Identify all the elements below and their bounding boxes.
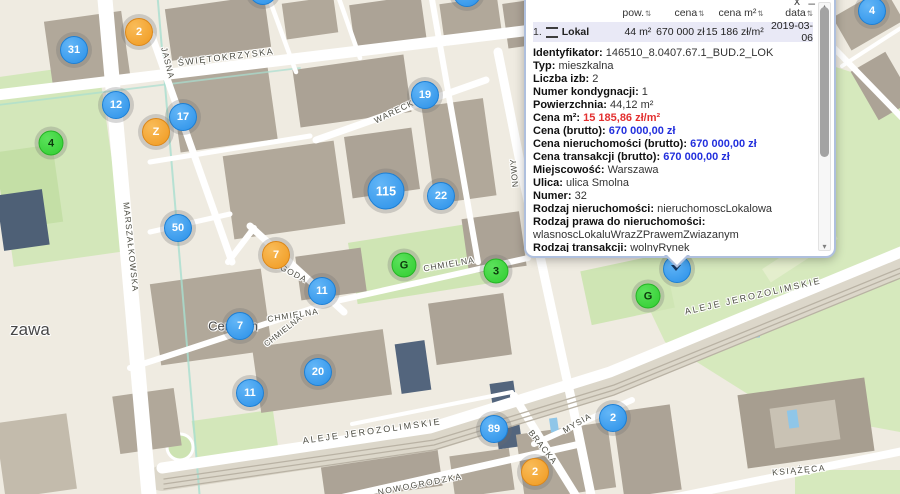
cluster-marker[interactable]: G [392, 253, 417, 278]
cluster-marker[interactable]: 89 [480, 415, 508, 443]
map[interactable]: ŚWIĘTOKRZYSKAJASNAWARECKAMARSZAŁKOWSKANO… [0, 0, 900, 494]
cluster-marker[interactable]: 4 [39, 131, 64, 156]
cluster-marker[interactable]: 50 [164, 214, 192, 242]
cluster-marker[interactable]: 11 [308, 277, 336, 305]
row-cena: 670 000 zł [651, 26, 704, 38]
cluster-marker[interactable]: 19 [411, 81, 439, 109]
detail-line: Identyfikator: 146510_8.0407.67.1_BUD.2_… [533, 47, 813, 60]
popup-scrollbar[interactable]: ▴ ▾ [818, 2, 831, 251]
detail-line: Rodzaj transakcji: wolnyRynek [533, 242, 813, 252]
row-data: 2019-03-06 [764, 20, 813, 44]
detail-line: Rodzaj prawa do nieruchomości: wlasnoscL… [533, 216, 813, 242]
cluster-marker[interactable]: 22 [427, 182, 455, 210]
sort-icon[interactable]: ⇅ [807, 9, 813, 18]
col-header-cena[interactable]: cena⇅ [651, 7, 704, 19]
close-icon[interactable]: x [794, 0, 800, 6]
row-pow: 44 m² [610, 26, 651, 38]
col-header-pow[interactable]: pow.⇅ [610, 7, 651, 19]
row-index: 1. [533, 26, 542, 38]
cluster-marker[interactable]: 7 [226, 312, 254, 340]
cluster-marker[interactable]: 12 [102, 91, 130, 119]
row-cena-m2: 15 186 zł/m² [705, 26, 764, 38]
cluster-marker[interactable]: 2 [521, 458, 549, 486]
cluster-marker[interactable]: 17 [169, 103, 197, 131]
cluster-marker[interactable]: 31 [60, 36, 88, 64]
cluster-marker[interactable]: 7 [262, 241, 290, 269]
scrollbar-thumb[interactable] [820, 7, 829, 157]
popup-content: pow.⇅ cena⇅ cena m²⇅ data⇅ 1. Lokal 44 m… [533, 4, 813, 252]
detail-line: Numer kondygnacji: 1 [533, 86, 813, 99]
minimize-icon[interactable]: – [808, 0, 815, 8]
detail-line: Cena (brutto): 670 000,00 zł [533, 125, 813, 138]
detail-line: Miejscowość: Warszawa [533, 164, 813, 177]
detail-line: Liczba izb: 2 [533, 73, 813, 86]
scroll-down-icon[interactable]: ▾ [819, 242, 830, 251]
cluster-marker[interactable]: 2 [125, 18, 153, 46]
row-type: Lokal [562, 26, 589, 38]
popup: x – pow.⇅ cena⇅ cena m²⇅ data⇅ 1. Lokal … [524, 0, 836, 258]
cluster-marker[interactable]: 20 [304, 358, 332, 386]
detail-line: Cena transakcji (brutto): 670 000,00 zł [533, 151, 813, 164]
detail-line: Powierzchnia: 44,12 m² [533, 99, 813, 112]
cluster-marker[interactable]: 2 [599, 404, 627, 432]
detail-line: Rodzaj nieruchomości: nieruchomoscLokalo… [533, 203, 813, 216]
cluster-marker[interactable]: 115 [368, 173, 405, 210]
cluster-marker[interactable]: G [636, 284, 661, 309]
cluster-marker[interactable]: Z [142, 118, 170, 146]
detail-line: Cena nieruchomości (brutto): 670 000,00 … [533, 138, 813, 151]
col-header-cena-m2[interactable]: cena m²⇅ [705, 7, 764, 19]
detail-line: Numer: 32 [533, 190, 813, 203]
popup-details: Identyfikator: 146510_8.0407.67.1_BUD.2_… [533, 47, 813, 252]
cluster-marker[interactable]: 3 [484, 259, 509, 284]
lokal-icon [546, 27, 558, 38]
detail-line: Typ: mieszkalna [533, 60, 813, 73]
place-label: zawa [10, 320, 50, 340]
detail-line: Cena m²: 15 185,86 zł/m² [533, 112, 813, 125]
detail-line: Ulica: ulica Smolna [533, 177, 813, 190]
cluster-marker[interactable]: 11 [236, 379, 264, 407]
result-row[interactable]: 1. Lokal 44 m² 670 000 zł 15 186 zł/m² 2… [533, 22, 813, 42]
popup-tail [666, 254, 688, 265]
col-header-data[interactable]: data⇅ [764, 7, 813, 19]
